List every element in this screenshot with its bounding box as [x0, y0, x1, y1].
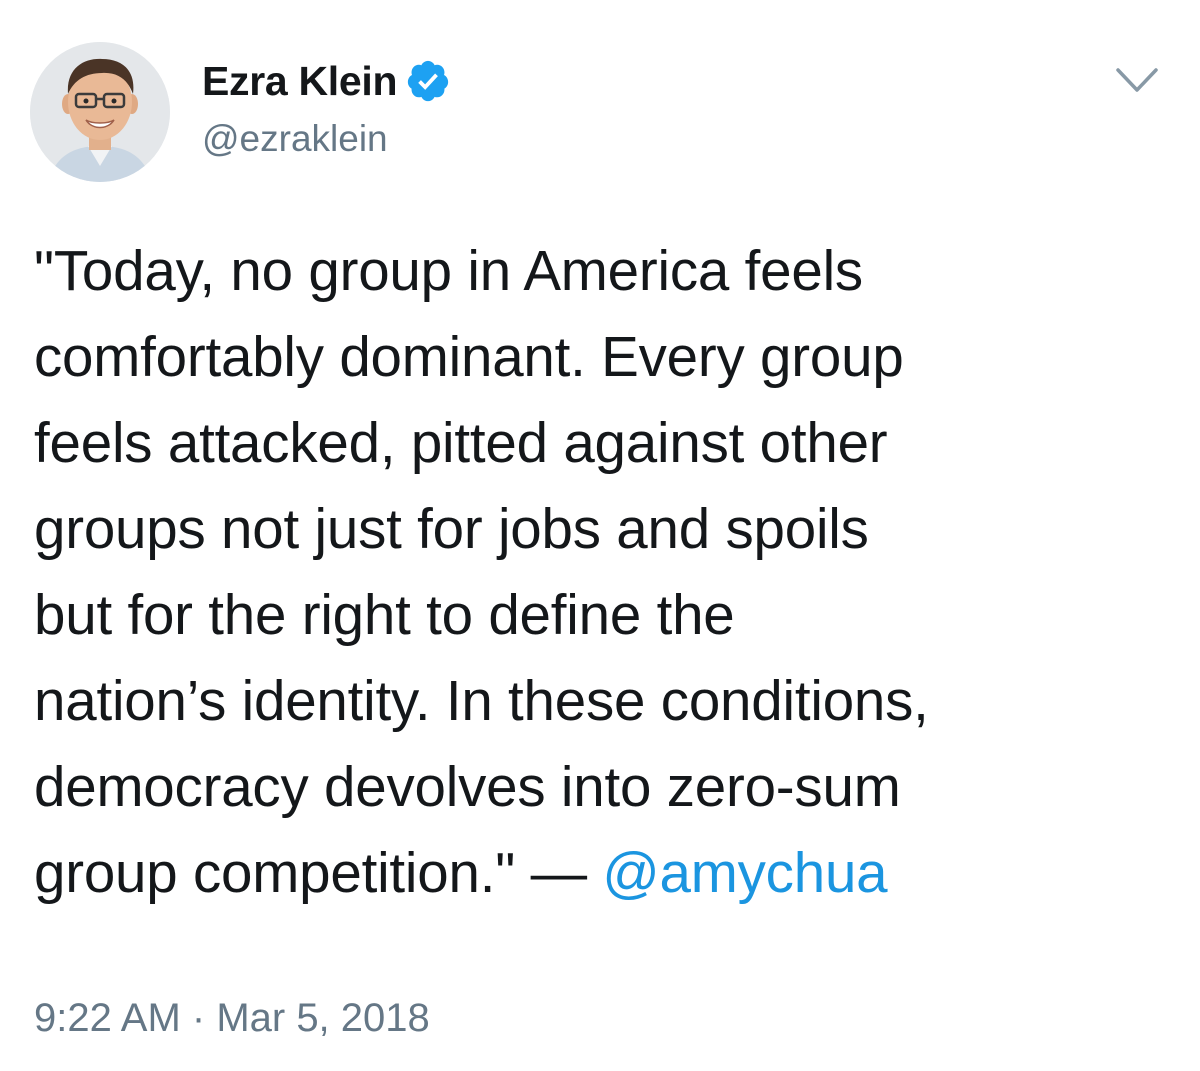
author-display-name[interactable]: Ezra Klein [202, 58, 398, 105]
tweet-text-line: democracy devolves into zero-sum [34, 755, 901, 818]
timestamp-separator: · [180, 996, 217, 1040]
tweet-text-line: comfortably dominant. Every group [34, 325, 904, 388]
tweet-date[interactable]: Mar 5, 2018 [216, 996, 429, 1040]
tweet-text-line: but for the right to define the [34, 583, 735, 646]
avatar[interactable] [30, 42, 170, 182]
author-name-row: Ezra Klein [202, 54, 451, 108]
profile-photo [30, 42, 170, 182]
tweet-timestamp: 9:22 AM · Mar 5, 2018 [34, 996, 430, 1041]
tweet-card: Ezra Klein @ezraklein "Today, no group i… [0, 0, 1200, 1071]
mention-link[interactable]: @amychua [602, 841, 887, 904]
tweet-text-line: "Today, no group in America feels [34, 239, 863, 302]
author-handle[interactable]: @ezraklein [202, 118, 388, 160]
tweet-text-last-line: group competition." — @amychua [34, 830, 1174, 916]
chevron-down-icon[interactable] [1112, 60, 1162, 100]
tweet-text-fragment: group competition." — [34, 841, 603, 904]
tweet-text-line: groups not just for jobs and spoils [34, 497, 869, 560]
tweet-text: "Today, no group in America feels comfor… [34, 228, 1174, 916]
tweet-time[interactable]: 9:22 AM [34, 996, 181, 1040]
tweet-text-line: nation’s identity. In these conditions, [34, 669, 929, 732]
tweet-text-line: feels attacked, pitted against other [34, 411, 888, 474]
verified-badge-icon [405, 58, 451, 104]
